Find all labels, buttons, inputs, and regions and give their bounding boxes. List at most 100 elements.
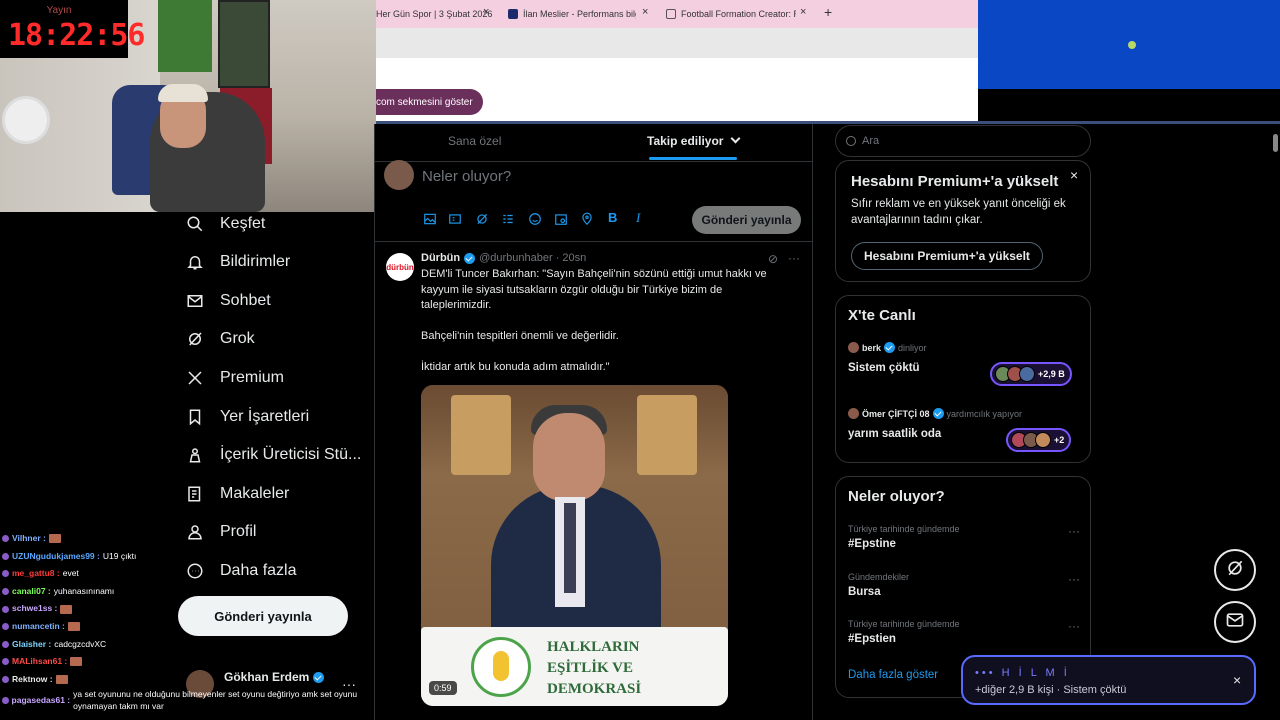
live-space-title: yarım saatlik oda bbox=[848, 428, 942, 440]
video-decor bbox=[637, 395, 697, 475]
sidebar-item-label: Grok bbox=[220, 330, 255, 347]
sidebar-item-chat[interactable]: Sohbet bbox=[186, 289, 271, 313]
trends-title: Neler oluyor? bbox=[848, 488, 945, 505]
trend-context: Gündemdekiler bbox=[848, 572, 910, 582]
chat-message: Glaisher : cadcgzcdvXC bbox=[2, 636, 372, 654]
trend-item[interactable]: Gündemdekiler Bursa ··· bbox=[848, 572, 1080, 598]
bookmark-icon bbox=[186, 408, 204, 426]
close-icon[interactable]: × bbox=[1233, 672, 1241, 688]
trend-name: Bursa bbox=[848, 586, 881, 598]
tweet-author[interactable]: Dürbün bbox=[421, 252, 460, 264]
image-icon[interactable] bbox=[423, 212, 437, 226]
scrollbar-thumb[interactable] bbox=[1273, 134, 1278, 152]
webcam-decor bbox=[2, 96, 50, 144]
chat-badge-icon bbox=[2, 623, 9, 631]
emote-icon bbox=[55, 675, 68, 685]
sidebar-item-explore[interactable]: Keşfet bbox=[186, 212, 265, 236]
live-notification[interactable]: ••• H İ L M İ +diğer 2,9 B kişi · Sistem… bbox=[961, 655, 1256, 705]
trend-item[interactable]: Türkiye tarihinde gündemde #Epstine ··· bbox=[848, 524, 1080, 550]
gif-icon[interactable] bbox=[448, 212, 462, 226]
trend-item[interactable]: Türkiye tarihinde gündemde #Epstien ··· bbox=[848, 619, 1080, 645]
tweet-avatar[interactable]: dürbün bbox=[386, 253, 414, 281]
video-speaker bbox=[564, 503, 576, 593]
bold-icon[interactable]: B bbox=[608, 210, 617, 225]
sidebar-item-label: Bildirimler bbox=[220, 253, 291, 270]
clock: 18:22:56 bbox=[8, 18, 146, 53]
grok-icon bbox=[186, 330, 204, 348]
poll-icon[interactable] bbox=[501, 212, 515, 226]
verified-icon bbox=[932, 408, 944, 419]
messages-button[interactable] bbox=[1214, 601, 1256, 643]
articles-icon bbox=[186, 485, 204, 503]
tab-following[interactable]: Takip ediliyor bbox=[647, 133, 741, 148]
chat-badge-icon bbox=[2, 535, 9, 543]
divider bbox=[374, 241, 813, 242]
close-icon[interactable]: × bbox=[483, 6, 489, 18]
tab-label: Football Formation Creator: Re bbox=[681, 9, 796, 19]
chat-message: schwe1ss : bbox=[2, 600, 372, 618]
emote-icon bbox=[70, 657, 83, 667]
browser-tab[interactable]: İlan Meslier - Performans bilgi bbox=[508, 6, 636, 22]
chat-message: UZUNgudukjames99 : U19 çıktı bbox=[2, 548, 372, 566]
chat-username: Glaisher : bbox=[12, 638, 52, 649]
scrollbar[interactable] bbox=[1270, 124, 1280, 720]
chat-badge-icon bbox=[2, 676, 9, 684]
live-title: X'te Canlı bbox=[848, 307, 916, 324]
sidebar-item-creator-studio[interactable]: İçerik Üreticisi Stü... bbox=[186, 443, 361, 467]
sidebar-item-premium[interactable]: Premium bbox=[186, 366, 284, 390]
schedule-icon[interactable] bbox=[554, 212, 568, 226]
sidebar-item-label: Keşfet bbox=[220, 215, 266, 232]
more-icon[interactable]: ··· bbox=[1068, 619, 1080, 633]
chat-username: me_gattu8 : bbox=[12, 568, 60, 579]
browser-tab[interactable]: Football Formation Creator: Re bbox=[666, 6, 796, 22]
close-icon[interactable]: × bbox=[1070, 167, 1078, 183]
clock-label: Yayın bbox=[46, 5, 72, 16]
trend-name: #Epstine bbox=[848, 538, 896, 550]
video-decor bbox=[451, 395, 511, 475]
sidebar-item-notifications[interactable]: Bildirimler bbox=[186, 250, 290, 274]
verified-icon bbox=[884, 342, 896, 353]
trend-context: Türkiye tarihinde gündemde bbox=[848, 619, 960, 629]
favicon-icon bbox=[666, 9, 676, 19]
mail-icon bbox=[186, 292, 204, 310]
address-bar[interactable] bbox=[376, 28, 978, 58]
emoji-icon[interactable] bbox=[528, 212, 542, 226]
tab-for-you[interactable]: Sana özel bbox=[448, 134, 501, 148]
show-tab-button[interactable]: com sekmesini göster bbox=[376, 89, 483, 115]
tweet-video[interactable]: HALKLARIN EŞİTLİK VE DEMOKRASİ 0:59 bbox=[421, 385, 728, 706]
live-host-name: berk bbox=[862, 342, 882, 353]
grok-icon[interactable] bbox=[475, 212, 489, 226]
composer-input[interactable]: Neler oluyor? bbox=[422, 168, 511, 185]
live-activity: yardımcılık yapıyor bbox=[946, 408, 1023, 419]
search-input[interactable]: Ara bbox=[835, 125, 1091, 157]
close-icon[interactable]: × bbox=[800, 6, 806, 18]
browser-tab[interactable]: Her Gün Spor | 3 Şubat 2026 bbox=[376, 6, 494, 22]
composer-post-button[interactable]: Gönderi yayınla bbox=[692, 206, 801, 234]
grok-icon[interactable]: ⊘ bbox=[768, 252, 778, 266]
tweet-text: DEM'li Tuncer Bakırhan: "Sayın Bahçeli'n… bbox=[421, 268, 767, 280]
premium-upgrade-button[interactable]: Hesabını Premium+'a yükselt bbox=[851, 242, 1043, 270]
chat-username: Rektnow : bbox=[12, 673, 53, 684]
stream-chat: Vilhner : UZUNgudukjames99 : U19 çıktı me_g… bbox=[2, 530, 372, 712]
premium-text: Sıfır reklam ve en yüksek yanıt önceliği… bbox=[851, 198, 1066, 226]
listeners-count: +2,9 B bbox=[1038, 369, 1065, 379]
sidebar-item-bookmarks[interactable]: Yer İşaretleri bbox=[186, 405, 309, 429]
chat-badge-icon bbox=[2, 588, 9, 596]
more-icon[interactable]: ··· bbox=[1068, 524, 1080, 538]
tweet-handle[interactable]: @durbunhaber · 20sn bbox=[479, 252, 586, 264]
sidebar-item-articles[interactable]: Makaleler bbox=[186, 482, 289, 506]
grok-button[interactable] bbox=[1214, 549, 1256, 591]
new-tab-button[interactable]: + bbox=[824, 4, 832, 20]
more-icon[interactable]: ··· bbox=[1068, 572, 1080, 586]
close-icon[interactable]: × bbox=[642, 6, 648, 18]
chat-badge-icon bbox=[2, 658, 9, 666]
sidebar-item-grok[interactable]: Grok bbox=[186, 327, 255, 351]
tweet-header: Dürbün @durbunhaber · 20sn bbox=[421, 252, 586, 264]
location-icon[interactable] bbox=[580, 212, 594, 226]
chat-text: U19 çıktı bbox=[102, 550, 137, 561]
more-icon[interactable]: ··· bbox=[788, 251, 800, 265]
chat-badge-icon bbox=[2, 640, 9, 648]
italic-icon[interactable]: I bbox=[636, 210, 640, 226]
trend-name: #Epstien bbox=[848, 633, 896, 645]
show-more-link[interactable]: Daha fazla göster bbox=[848, 669, 938, 681]
